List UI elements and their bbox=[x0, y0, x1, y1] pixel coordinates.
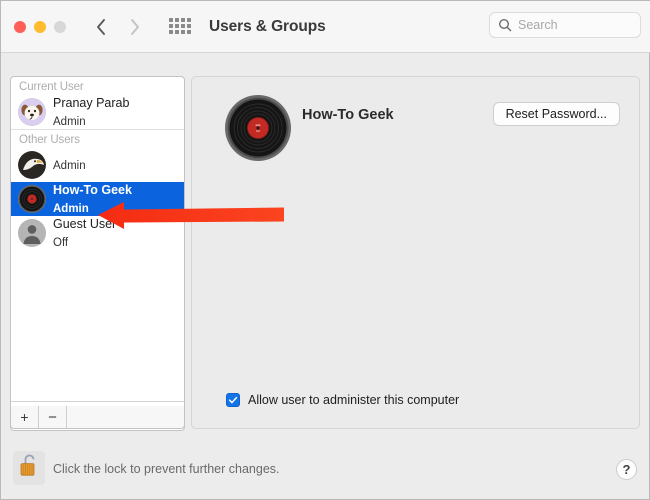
user-name: How-To Geek bbox=[53, 183, 132, 198]
close-button[interactable] bbox=[14, 20, 26, 33]
dog-avatar bbox=[18, 98, 46, 126]
add-remove-user-bar: + − bbox=[10, 406, 185, 429]
list-item-text: Pranay Parab Admin bbox=[53, 94, 129, 130]
lock-button[interactable] bbox=[13, 451, 45, 485]
user-name: Guest User bbox=[53, 217, 117, 232]
section-header-other-users: Other Users bbox=[19, 134, 80, 146]
eagle-avatar bbox=[18, 151, 46, 179]
list-item-pranay-parab[interactable]: Pranay Parab Admin bbox=[11, 95, 184, 129]
users-and-groups-window: Users & Groups Search Current User Prana… bbox=[0, 0, 650, 500]
grid-icon[interactable] bbox=[169, 18, 191, 35]
section-header-current-user: Current User bbox=[19, 81, 84, 93]
users-sidebar: Current User Pranay Parab Admin Other Us… bbox=[10, 76, 185, 431]
back-chevron-icon[interactable] bbox=[91, 16, 111, 38]
lock-hint-text: Click the lock to prevent further change… bbox=[53, 462, 280, 476]
forward-chevron-icon bbox=[125, 16, 145, 38]
list-item-text: Guest User Off bbox=[53, 215, 116, 251]
page-title: Users & Groups bbox=[209, 17, 326, 35]
user-name: Pranay Parab bbox=[53, 96, 130, 111]
remove-user-button[interactable]: − bbox=[39, 406, 67, 428]
window-toolbar: Users & Groups Search bbox=[1, 1, 650, 53]
admin-checkbox-label: Allow user to administer this computer bbox=[248, 393, 460, 407]
user-list: Current User Pranay Parab Admin Other Us… bbox=[11, 77, 184, 401]
list-item-text: How-To Geek Admin bbox=[53, 181, 132, 217]
search-icon bbox=[498, 18, 512, 32]
list-item-how-to-geek[interactable]: How-To Geek Admin bbox=[11, 182, 184, 216]
add-user-button[interactable]: + bbox=[11, 406, 39, 428]
zoom-button bbox=[54, 20, 66, 33]
user-role: Admin bbox=[53, 203, 89, 215]
traffic-light-buttons bbox=[14, 20, 66, 33]
vinyl-record-avatar[interactable] bbox=[225, 95, 291, 161]
user-role: Admin bbox=[53, 160, 86, 173]
user-role: Off bbox=[53, 237, 69, 249]
account-detail-panel: How-To Geek Reset Password... Allow user… bbox=[191, 76, 640, 429]
vinyl-avatar bbox=[18, 185, 46, 213]
list-item-other-admin[interactable]: Admin bbox=[11, 148, 184, 182]
search-placeholder: Search bbox=[518, 18, 558, 32]
search-field[interactable]: Search bbox=[489, 12, 641, 38]
account-name: How-To Geek bbox=[302, 107, 394, 123]
admin-checkbox[interactable] bbox=[226, 393, 240, 407]
reset-password-button[interactable]: Reset Password... bbox=[492, 102, 620, 126]
help-button[interactable]: ? bbox=[616, 459, 637, 480]
list-item-text: Admin bbox=[53, 156, 86, 174]
minimize-button[interactable] bbox=[34, 20, 46, 33]
navigation-buttons bbox=[91, 16, 145, 38]
list-item-guest-user[interactable]: Guest User Off bbox=[11, 216, 184, 250]
admin-checkbox-row[interactable]: Allow user to administer this computer bbox=[226, 393, 459, 407]
user-role: Admin bbox=[53, 116, 86, 128]
unlocked-padlock-icon bbox=[18, 453, 40, 484]
person-avatar bbox=[18, 219, 46, 247]
